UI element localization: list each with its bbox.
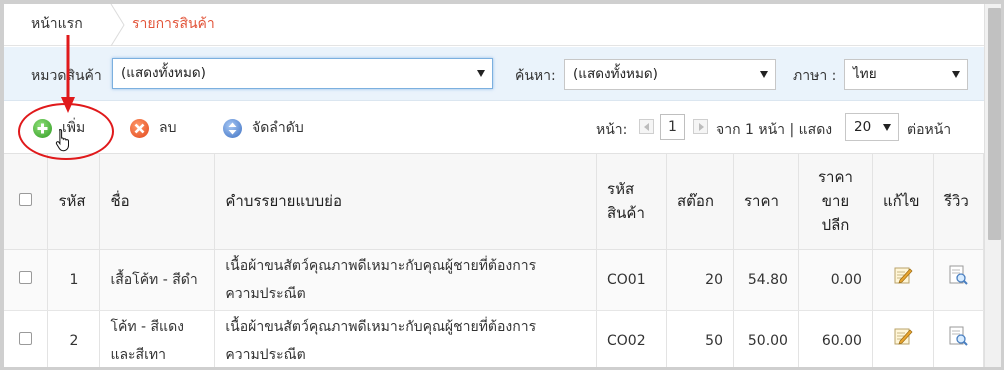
header-name[interactable]: ชื่อ xyxy=(99,154,216,250)
row-stock: 20 xyxy=(666,249,734,311)
table-row: 2 โค้ท - สีแดงและสีเทา เนื้อผ้าขนสัตว์คุ… xyxy=(4,310,985,367)
sort-button-label: จัดลำดับ xyxy=(252,120,304,136)
row-review-cell xyxy=(933,310,985,367)
header-retail-line3: ปลีก xyxy=(821,216,850,235)
header-code[interactable]: รหัสสินค้า xyxy=(596,154,667,250)
breadcrumb-current: รายการสินค้า xyxy=(132,16,215,32)
row-checkbox[interactable] xyxy=(19,270,33,284)
header-review: รีวิว xyxy=(933,154,985,250)
x-circle-icon xyxy=(130,118,149,138)
prev-page-button[interactable] xyxy=(639,119,654,134)
row-name-line2: และสีเทา xyxy=(110,346,166,363)
row-desc-line2: ความประณีต xyxy=(225,285,306,302)
category-select[interactable]: (แสดงทั้งหมด) xyxy=(112,58,493,89)
row-edit-cell xyxy=(872,249,934,311)
row-price: 54.80 xyxy=(733,249,799,311)
breadcrumb: หน้าแรก รายการสินค้า xyxy=(4,4,984,46)
row-price: 50.00 xyxy=(733,310,799,367)
edit-icon[interactable] xyxy=(893,265,913,285)
row-retail-price: 0.00 xyxy=(798,249,873,311)
row-retail-price: 60.00 xyxy=(798,310,873,367)
category-select-value: (แสดงทั้งหมด) xyxy=(121,65,206,81)
row-checkbox-cell xyxy=(4,310,49,367)
document-magnifier-icon[interactable] xyxy=(948,326,969,346)
row-review-cell xyxy=(933,249,985,311)
vertical-scrollbar[interactable] xyxy=(984,4,1001,367)
row-desc-line1: เนื้อผ้าขนสัตว์คุณภาพดีเหมาะกับคุณผู้ชาย… xyxy=(225,318,537,335)
per-page-select[interactable]: 20 xyxy=(845,113,899,141)
per-page-suffix: ต่อหน้า xyxy=(907,122,952,138)
row-checkbox-cell xyxy=(4,249,49,311)
table-header-row: รหัส ชื่อ คำบรรยายแบบย่อ รหัสสินค้า สต๊อ… xyxy=(4,154,985,250)
chevron-down-icon xyxy=(477,70,485,77)
product-table: รหัส ชื่อ คำบรรยายแบบย่อ รหัสสินค้า สต๊อ… xyxy=(4,154,985,367)
document-magnifier-icon[interactable] xyxy=(948,265,969,285)
per-page-value: 20 xyxy=(854,119,872,135)
chevron-down-icon xyxy=(883,124,891,131)
header-description[interactable]: คำบรรยายแบบย่อ xyxy=(214,154,598,250)
row-desc-line1: เนื้อผ้าขนสัตว์คุณภาพดีเหมาะกับคุณผู้ชาย… xyxy=(225,257,537,274)
row-name: โค้ท - สีแดงและสีเทา xyxy=(99,310,216,367)
chevron-right-icon xyxy=(699,123,704,131)
language-select-value: ไทย xyxy=(853,66,877,82)
select-all-checkbox[interactable] xyxy=(19,193,33,207)
header-code-line1: รหัส xyxy=(607,180,635,199)
toolbar: เพิ่ม ลบ จัดลำดับ หน้า: 1 จาก 1 หน้า | แ… xyxy=(4,102,984,154)
row-stock: 50 xyxy=(666,310,734,367)
chevron-left-icon xyxy=(644,123,649,131)
chevron-down-icon xyxy=(760,71,768,78)
header-code-line2: สินค้า xyxy=(607,204,645,223)
row-desc-line2: ความประณีต xyxy=(225,346,306,363)
filter-bar: หมวดสินค้า (แสดงทั้งหมด) ค้นหา: (แสดงทั้… xyxy=(4,47,984,101)
delete-button-label: ลบ xyxy=(159,120,177,136)
row-code: CO02 xyxy=(596,310,667,367)
edit-icon[interactable] xyxy=(893,326,913,346)
search-select[interactable]: (แสดงทั้งหมด) xyxy=(564,59,776,90)
row-id: 1 xyxy=(47,249,101,311)
scrollbar-thumb[interactable] xyxy=(988,8,1001,240)
page-of-text: จาก 1 หน้า | แสดง xyxy=(716,122,833,138)
hand-cursor-icon xyxy=(55,128,69,152)
header-retail-line2: ขาย xyxy=(821,192,850,211)
header-price[interactable]: ราคา xyxy=(733,154,799,250)
page-label: หน้า: xyxy=(596,122,628,138)
search-select-value: (แสดงทั้งหมด) xyxy=(573,66,658,82)
page-number-input[interactable]: 1 xyxy=(660,114,685,140)
row-code: CO01 xyxy=(596,249,667,311)
search-label: ค้นหา: xyxy=(515,68,556,84)
app-window: หน้าแรก รายการสินค้า หมวดสินค้า (แสดงทั้… xyxy=(0,0,1004,370)
up-down-circle-icon xyxy=(223,118,242,138)
row-name-line1: เสื้อโค้ท - สีดำ xyxy=(110,271,198,288)
table-row: 1 เสื้อโค้ท - สีดำ เนื้อผ้าขนสัตว์คุณภาพ… xyxy=(4,249,985,311)
select-all-cell xyxy=(4,154,49,250)
row-description: เนื้อผ้าขนสัตว์คุณภาพดีเหมาะกับคุณผู้ชาย… xyxy=(214,249,598,311)
chevron-down-icon xyxy=(952,71,960,78)
row-checkbox[interactable] xyxy=(19,331,33,345)
language-label: ภาษา : xyxy=(793,68,837,84)
sort-button[interactable]: จัดลำดับ xyxy=(223,117,304,139)
next-page-button[interactable] xyxy=(693,119,708,134)
row-name-line1: โค้ท - สีแดง xyxy=(110,318,184,335)
header-stock[interactable]: สต๊อก xyxy=(666,154,734,250)
language-select[interactable]: ไทย xyxy=(844,59,968,90)
breadcrumb-separator-icon xyxy=(110,4,125,46)
header-retail-price[interactable]: ราคาขายปลีก xyxy=(798,154,873,250)
header-retail-line1: ราคา xyxy=(817,168,853,187)
header-edit: แก้ไข xyxy=(872,154,934,250)
annotation-arrow-icon xyxy=(61,35,75,113)
row-description: เนื้อผ้าขนสัตว์คุณภาพดีเหมาะกับคุณผู้ชาย… xyxy=(214,310,598,367)
row-edit-cell xyxy=(872,310,934,367)
delete-button[interactable]: ลบ xyxy=(130,117,176,139)
row-name: เสื้อโค้ท - สีดำ xyxy=(99,249,216,311)
row-id: 2 xyxy=(47,310,101,367)
header-id[interactable]: รหัส xyxy=(47,154,101,250)
